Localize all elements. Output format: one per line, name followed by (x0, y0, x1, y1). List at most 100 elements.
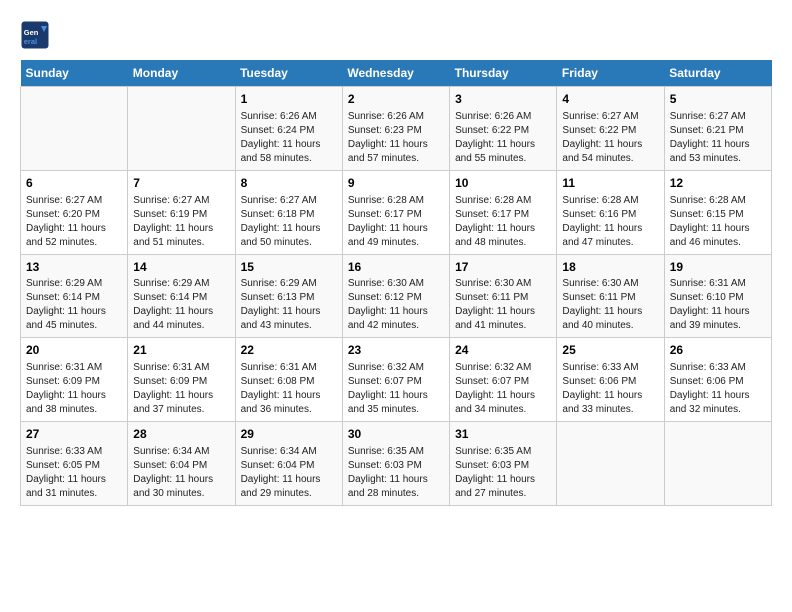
week-row-2: 6Sunrise: 6:27 AMSunset: 6:20 PMDaylight… (21, 170, 772, 254)
day-header-wednesday: Wednesday (342, 60, 449, 87)
cell-text: Daylight: 11 hours and 32 minutes. (670, 389, 766, 417)
cell-text: Daylight: 11 hours and 28 minutes. (348, 473, 444, 501)
cell-text: Sunrise: 6:33 AM (562, 361, 658, 375)
cell-text: Sunrise: 6:30 AM (348, 277, 444, 291)
cell-text: Sunset: 6:22 PM (455, 124, 551, 138)
cell-text: Sunset: 6:04 PM (241, 459, 337, 473)
day-number: 4 (562, 91, 658, 108)
cell-text: Sunset: 6:19 PM (133, 208, 229, 222)
day-number: 7 (133, 175, 229, 192)
cell-text: Sunrise: 6:31 AM (26, 361, 122, 375)
cell-text: Sunrise: 6:26 AM (241, 110, 337, 124)
day-header-thursday: Thursday (450, 60, 557, 87)
calendar-cell: 17Sunrise: 6:30 AMSunset: 6:11 PMDayligh… (450, 254, 557, 338)
cell-text: Sunrise: 6:29 AM (26, 277, 122, 291)
day-number: 10 (455, 175, 551, 192)
cell-text: Daylight: 11 hours and 46 minutes. (670, 222, 766, 250)
cell-text: Sunrise: 6:27 AM (133, 194, 229, 208)
cell-text: Daylight: 11 hours and 42 minutes. (348, 305, 444, 333)
cell-text: Sunset: 6:20 PM (26, 208, 122, 222)
cell-text: Sunrise: 6:28 AM (348, 194, 444, 208)
cell-text: Daylight: 11 hours and 45 minutes. (26, 305, 122, 333)
calendar-cell: 4Sunrise: 6:27 AMSunset: 6:22 PMDaylight… (557, 87, 664, 171)
cell-text: Sunrise: 6:34 AM (133, 445, 229, 459)
cell-text: Daylight: 11 hours and 48 minutes. (455, 222, 551, 250)
header-row: SundayMondayTuesdayWednesdayThursdayFrid… (21, 60, 772, 87)
calendar-cell: 29 Sunrise: 6:34 AMSunset: 6:04 PMDayligh… (235, 422, 342, 506)
cell-text: Sunrise: 6:30 AM (562, 277, 658, 291)
day-number: 8 (241, 175, 337, 192)
cell-text: Sunset: 6:07 PM (348, 375, 444, 389)
cell-text: Daylight: 11 hours and 29 minutes. (241, 473, 337, 501)
cell-text: Sunrise: 6:27 AM (26, 194, 122, 208)
calendar-cell: 31 Sunrise: 6:35 AMSunset: 6:03 PMDayligh… (450, 422, 557, 506)
cell-text: Sunrise: 6:34 AM (241, 445, 337, 459)
logo-icon: Gen eral (20, 20, 50, 50)
calendar-cell: 9Sunrise: 6:28 AMSunset: 6:17 PMDaylight… (342, 170, 449, 254)
day-number: 28 (133, 426, 229, 443)
cell-text: Sunset: 6:14 PM (26, 291, 122, 305)
cell-text: Sunset: 6:07 PM (455, 375, 551, 389)
day-header-tuesday: Tuesday (235, 60, 342, 87)
cell-text: Sunrise: 6:31 AM (670, 277, 766, 291)
day-number: 22 (241, 342, 337, 359)
day-number: 31 (455, 426, 551, 443)
calendar-cell: 7Sunrise: 6:27 AMSunset: 6:19 PMDaylight… (128, 170, 235, 254)
cell-text: Daylight: 11 hours and 41 minutes. (455, 305, 551, 333)
day-number: 23 (348, 342, 444, 359)
cell-text: Sunrise: 6:28 AM (670, 194, 766, 208)
cell-text: Sunrise: 6:35 AM (455, 445, 551, 459)
cell-text: Sunset: 6:16 PM (562, 208, 658, 222)
cell-text: Sunset: 6:14 PM (133, 291, 229, 305)
day-number: 29 (241, 426, 337, 443)
day-number: 1 (241, 91, 337, 108)
calendar-cell: 6Sunrise: 6:27 AMSunset: 6:20 PMDaylight… (21, 170, 128, 254)
day-number: 18 (562, 259, 658, 276)
cell-text: Daylight: 11 hours and 49 minutes. (348, 222, 444, 250)
cell-text: Daylight: 11 hours and 38 minutes. (26, 389, 122, 417)
day-number: 21 (133, 342, 229, 359)
calendar-cell: 10Sunrise: 6:28 AMSunset: 6:17 PMDayligh… (450, 170, 557, 254)
cell-text: Daylight: 11 hours and 57 minutes. (348, 138, 444, 166)
calendar-table: SundayMondayTuesdayWednesdayThursdayFrid… (20, 60, 772, 506)
calendar-cell: 25 Sunrise: 6:33 AMSunset: 6:06 PMDayligh… (557, 338, 664, 422)
cell-text: Sunrise: 6:31 AM (241, 361, 337, 375)
day-number: 25 (562, 342, 658, 359)
cell-text: Sunset: 6:06 PM (562, 375, 658, 389)
cell-text: Daylight: 11 hours and 53 minutes. (670, 138, 766, 166)
cell-text: Daylight: 11 hours and 37 minutes. (133, 389, 229, 417)
cell-text: Sunset: 6:03 PM (455, 459, 551, 473)
calendar-cell: 12Sunrise: 6:28 AMSunset: 6:15 PMDayligh… (664, 170, 771, 254)
calendar-cell (664, 422, 771, 506)
cell-text: Sunrise: 6:35 AM (348, 445, 444, 459)
cell-text: Sunset: 6:24 PM (241, 124, 337, 138)
cell-text: Daylight: 11 hours and 43 minutes. (241, 305, 337, 333)
calendar-cell: 13Sunrise: 6:29 AMSunset: 6:14 PMDayligh… (21, 254, 128, 338)
cell-text: Sunrise: 6:33 AM (26, 445, 122, 459)
cell-text: Sunset: 6:11 PM (562, 291, 658, 305)
cell-text: Sunset: 6:12 PM (348, 291, 444, 305)
calendar-cell: 18Sunrise: 6:30 AMSunset: 6:11 PMDayligh… (557, 254, 664, 338)
week-row-4: 20Sunrise: 6:31 AMSunset: 6:09 PMDayligh… (21, 338, 772, 422)
day-number: 16 (348, 259, 444, 276)
day-header-friday: Friday (557, 60, 664, 87)
cell-text: Sunrise: 6:26 AM (455, 110, 551, 124)
calendar-cell (557, 422, 664, 506)
cell-text: Sunset: 6:11 PM (455, 291, 551, 305)
day-number: 27 (26, 426, 122, 443)
cell-text: Sunrise: 6:32 AM (455, 361, 551, 375)
day-number: 14 (133, 259, 229, 276)
calendar-cell: 21Sunrise: 6:31 AMSunset: 6:09 PMDayligh… (128, 338, 235, 422)
svg-text:Gen: Gen (24, 28, 39, 37)
cell-text: Sunrise: 6:28 AM (455, 194, 551, 208)
cell-text: Daylight: 11 hours and 52 minutes. (26, 222, 122, 250)
cell-text: Daylight: 11 hours and 27 minutes. (455, 473, 551, 501)
calendar-cell: 26Sunrise: 6:33 AMSunset: 6:06 PMDayligh… (664, 338, 771, 422)
cell-text: Daylight: 11 hours and 33 minutes. (562, 389, 658, 417)
cell-text: Sunrise: 6:27 AM (670, 110, 766, 124)
cell-text: Sunset: 6:21 PM (670, 124, 766, 138)
day-number: 12 (670, 175, 766, 192)
day-number: 26 (670, 342, 766, 359)
cell-text: Sunrise: 6:26 AM (348, 110, 444, 124)
cell-text: Daylight: 11 hours and 58 minutes. (241, 138, 337, 166)
